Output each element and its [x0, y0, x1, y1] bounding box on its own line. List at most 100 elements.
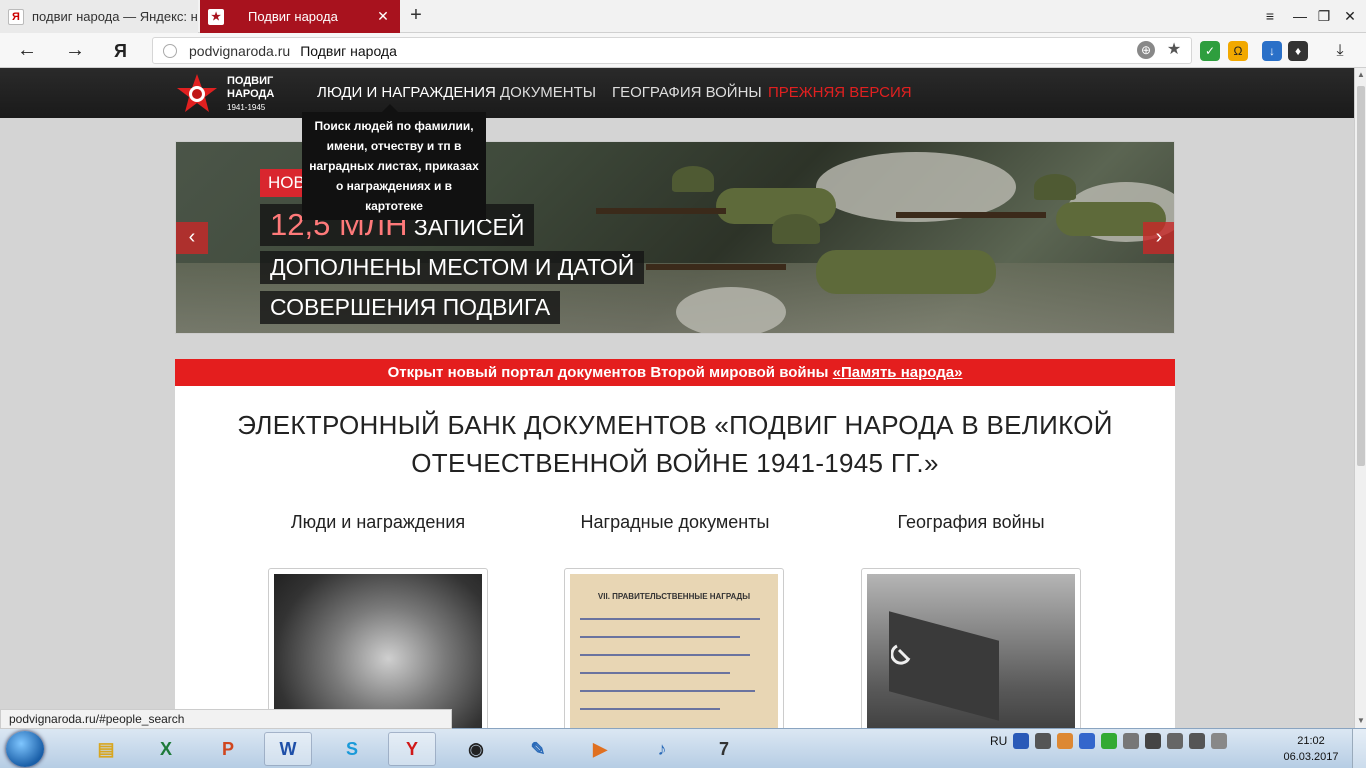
soldier-body — [716, 188, 836, 224]
close-tab-icon[interactable]: ✕ — [374, 8, 392, 25]
documents-card[interactable]: VII. ПРАВИТЕЛЬСТВЕННЫЕ НАГРАДЫ — [564, 568, 784, 728]
tab-title: Подвиг народа — [248, 9, 338, 24]
section-title-geography[interactable]: География войны — [851, 512, 1091, 533]
site-favicon-icon: ★ — [208, 8, 224, 25]
soldier-body — [816, 250, 996, 294]
tools-app-icon[interactable]: ✎ — [514, 732, 562, 766]
soldier-helmet — [772, 214, 820, 244]
address-bar[interactable]: podvignaroda.ru Подвиг народа ⊕ ★ — [152, 37, 1192, 64]
section-title-people[interactable]: Люди и награждения — [258, 512, 498, 533]
page-title-line2: ОТЕЧЕСТВЕННОЙ ВОЙНЕ 1941-1945 ГГ.» — [411, 448, 939, 478]
browser-menu-icon[interactable]: ≡ — [1258, 4, 1282, 28]
people-search-tooltip: Поиск людей по фамилии, имени, отчеству … — [302, 104, 486, 220]
soldier-helmet — [1034, 174, 1076, 200]
doc-line — [580, 708, 720, 710]
site-logo[interactable]: ПОДВИГ НАРОДА 1941-1945 — [175, 72, 274, 116]
slider-prev-button[interactable]: ‹ — [176, 222, 208, 254]
doc-line — [580, 618, 760, 620]
clock-date: 06.03.2017 — [1283, 751, 1339, 763]
word-icon[interactable]: W — [264, 732, 312, 766]
dropbox-icon[interactable] — [1079, 733, 1096, 749]
scroll-down-icon[interactable]: ▼ — [1355, 714, 1366, 728]
doc-header: VII. ПРАВИТЕЛЬСТВЕННЫЕ НАГРАДЫ — [597, 592, 751, 601]
explorer-icon[interactable]: ▤ — [82, 732, 130, 766]
nav-war-geography[interactable]: ГЕОГРАФИЯ ВОЙНЫ — [612, 84, 762, 101]
downloads-icon[interactable]: ⤓ — [1330, 41, 1350, 61]
doc-line — [580, 654, 750, 656]
start-button[interactable] — [6, 731, 44, 767]
slider-headline-3: СОВЕРШЕНИЯ ПОДВИГА — [260, 291, 561, 324]
adguard-shield-icon[interactable]: ✓ — [1200, 41, 1220, 61]
award-document-photo: VII. ПРАВИТЕЛЬСТВЕННЫЕ НАГРАДЫ — [570, 574, 778, 728]
bulb-extension-icon[interactable]: ♦ — [1288, 41, 1308, 61]
steam-tray-icon[interactable] — [1035, 733, 1052, 749]
tab-title: подвиг народа — Яндекс: н — [32, 9, 198, 24]
volume-app-icon[interactable]: ♪ — [638, 732, 686, 766]
translate-icon[interactable]: ⊕ — [1137, 41, 1155, 59]
action-center-flag-icon[interactable] — [1211, 733, 1228, 749]
nav-people-awards[interactable]: ЛЮДИ И НАГРАЖДЕНИЯ — [317, 84, 496, 101]
back-button[interactable]: ← — [14, 38, 40, 64]
close-window-button[interactable]: ✕ — [1338, 4, 1362, 28]
media-player-icon[interactable]: ▶ — [576, 732, 624, 766]
tab-yandex-search[interactable]: Я подвиг народа — Яндекс: н — [0, 0, 198, 33]
doc-line — [580, 690, 755, 692]
soldier-rifle — [596, 208, 726, 214]
windows-taskbar: ▤ X P W S Y ◉ ✎ ▶ ♪ 7 RU 21:02 06.03.201… — [0, 728, 1366, 768]
url-page-title: Подвиг народа — [300, 42, 397, 59]
section-title-documents[interactable]: Наградные документы — [555, 512, 795, 533]
page-scrollbar[interactable]: ▲ ▼ — [1354, 68, 1366, 728]
doc-line — [580, 672, 730, 674]
address-toolbar: ← → Я podvignaroda.ru Подвиг народа ⊕ ★ … — [0, 33, 1366, 68]
steam-icon[interactable]: ◉ — [452, 732, 500, 766]
system-tray: RU — [990, 733, 1228, 749]
powerpoint-icon[interactable]: P — [204, 732, 252, 766]
yandex-favicon-icon: Я — [8, 8, 24, 25]
portal-announcement-banner: Открыт новый портал документов Второй ми… — [175, 359, 1175, 386]
language-indicator[interactable]: RU — [990, 734, 1007, 748]
system-clock[interactable]: 21:02 06.03.2017 — [1282, 733, 1340, 765]
downloader-extension-icon[interactable]: ↓ — [1262, 41, 1282, 61]
show-desktop-button[interactable] — [1352, 729, 1366, 768]
slider-headline-2: ДОПОЛНЕНЫ МЕСТОМ И ДАТОЙ — [260, 251, 645, 284]
soldier-helmet — [672, 166, 714, 192]
speaker-icon[interactable] — [1167, 733, 1184, 749]
page-title-line1: ЭЛЕКТРОННЫЙ БАНК ДОКУМЕНТОВ «ПОДВИГ НАРО… — [237, 410, 1113, 440]
app-7-icon[interactable]: 7 — [700, 732, 748, 766]
extension-icon[interactable]: Ω — [1228, 41, 1248, 61]
minimize-button[interactable]: — — [1288, 4, 1312, 28]
yandex-home-button[interactable]: Я — [114, 38, 134, 64]
order-star-icon — [177, 74, 217, 112]
main-content: ЭЛЕКТРОННЫЙ БАНК ДОКУМЕНТОВ «ПОДВИГ НАРО… — [175, 386, 1175, 728]
network-signal-icon[interactable] — [1189, 733, 1206, 749]
excel-icon[interactable]: X — [142, 732, 190, 766]
skype-icon[interactable]: S — [328, 732, 376, 766]
reichstag-flag-photo — [867, 574, 1075, 728]
soldier-rifle — [646, 264, 786, 270]
people-card[interactable] — [268, 568, 488, 728]
bluetooth-icon[interactable] — [1123, 733, 1140, 749]
scroll-thumb[interactable] — [1357, 86, 1365, 466]
network-app-icon[interactable] — [1101, 733, 1118, 749]
webpage: ПОДВИГ НАРОДА 1941-1945 ЛЮДИ И НАГРАЖДЕН… — [0, 68, 1366, 728]
site-navbar: ПОДВИГ НАРОДА 1941-1945 ЛЮДИ И НАГРАЖДЕН… — [0, 68, 1354, 118]
tab-podvig-naroda[interactable]: ★ Подвиг народа ✕ — [200, 0, 400, 33]
scroll-up-icon[interactable]: ▲ — [1355, 68, 1366, 82]
usb-eject-icon[interactable] — [1145, 733, 1162, 749]
restore-button[interactable]: ❐ — [1312, 4, 1336, 28]
nav-old-version[interactable]: ПРЕЖНЯЯ ВЕРСИЯ — [768, 84, 912, 101]
yandex-browser-icon[interactable]: Y — [388, 732, 436, 766]
pamyat-naroda-link[interactable]: «Память народа» — [833, 364, 963, 381]
help-icon[interactable] — [1013, 733, 1030, 749]
new-tab-button[interactable]: + — [404, 4, 428, 28]
logo-years: 1941-1945 — [227, 102, 266, 112]
clock-time: 21:02 — [1297, 735, 1325, 747]
bookmark-star-icon[interactable]: ★ — [1165, 41, 1183, 59]
geography-card[interactable] — [861, 568, 1081, 728]
hammer-sickle-icon — [891, 644, 911, 665]
slider-next-button[interactable]: › — [1143, 222, 1174, 254]
site-info-icon[interactable] — [163, 43, 177, 58]
tray-app-icon[interactable] — [1057, 733, 1074, 749]
nav-documents[interactable]: ДОКУМЕНТЫ — [500, 84, 596, 101]
forward-button[interactable]: → — [62, 38, 88, 64]
